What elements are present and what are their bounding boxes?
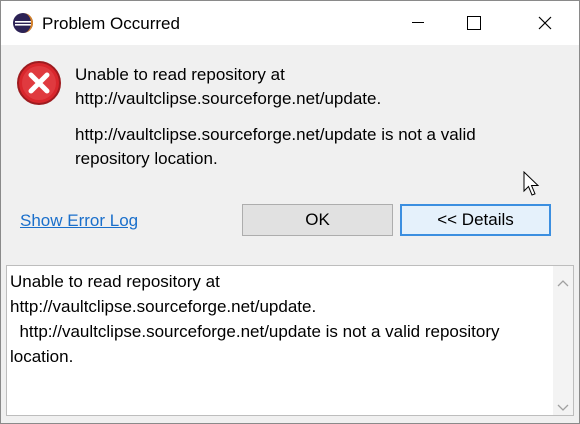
error-message-line2: http://vaultclipse.sourceforge.net/updat… <box>75 89 382 108</box>
problem-dialog: Problem Occurred Unable to read reposito… <box>0 0 580 424</box>
scroll-down-icon[interactable] <box>557 399 569 411</box>
details-textarea[interactable]: Unable to read repository at http://vaul… <box>6 265 574 416</box>
error-message: Unable to read repository at http://vaul… <box>75 63 381 111</box>
dialog-body: Unable to read repository at http://vaul… <box>1 45 579 423</box>
ok-button[interactable]: OK <box>242 204 393 236</box>
maximize-button[interactable] <box>451 1 497 45</box>
error-message-line1: Unable to read repository at <box>75 65 285 84</box>
mouse-cursor-icon <box>523 170 541 202</box>
close-icon <box>538 16 552 30</box>
window-title: Problem Occurred <box>42 14 180 33</box>
error-detail-message: http://vaultclipse.sourceforge.net/updat… <box>75 125 476 168</box>
title-bar[interactable]: Problem Occurred <box>1 1 579 45</box>
maximize-icon <box>467 16 481 30</box>
scroll-up-icon[interactable] <box>557 274 569 287</box>
eclipse-icon <box>12 12 34 34</box>
minimize-button[interactable] <box>395 1 441 45</box>
close-button[interactable] <box>522 1 568 45</box>
show-error-log-link[interactable]: Show Error Log <box>20 209 138 233</box>
minimize-icon <box>412 22 424 24</box>
details-text: Unable to read repository at http://vaul… <box>10 272 500 366</box>
error-icon <box>15 59 63 107</box>
details-button[interactable]: << Details <box>400 204 551 236</box>
details-scrollbar[interactable] <box>553 266 573 415</box>
